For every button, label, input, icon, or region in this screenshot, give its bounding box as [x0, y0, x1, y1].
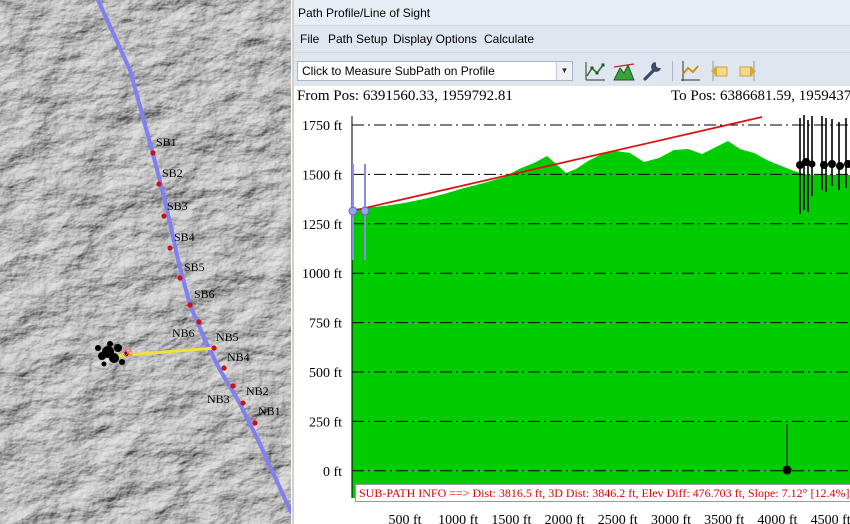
- x-tick-label: 4000 ft: [757, 513, 797, 524]
- menu-bar: File Path Setup Display Options Calculat…: [294, 26, 850, 52]
- menu-display-options[interactable]: Display Options: [393, 26, 477, 52]
- x-tick-label: 3000 ft: [651, 513, 691, 524]
- map-view[interactable]: SB1 SB2 SB3 SB4 SB5 SB6 NB6 NB5 NB4 NB3 NB2 NB1: [0, 0, 291, 524]
- subpath-info-bar: SUB-PATH INFO ==> Dist: 3816.5 ft, 3D Di…: [355, 484, 850, 502]
- waypoint-marker[interactable]: [161, 213, 167, 219]
- waypoint-marker[interactable]: [177, 275, 183, 281]
- measure-mode-value: Click to Measure SubPath on Profile: [302, 64, 495, 78]
- profile-points-icon[interactable]: [583, 59, 607, 83]
- waypoint-marker[interactable]: [187, 302, 193, 308]
- terrain-shading: [0, 0, 291, 524]
- waypoint-label: NB2: [246, 384, 269, 398]
- y-tick-label: 0 ft: [323, 465, 342, 480]
- y-tick-label: 500 ft: [309, 366, 342, 381]
- waypoint-label: NB3: [207, 392, 230, 406]
- y-tick-label: 250 ft: [309, 415, 342, 430]
- waypoint-label: SB6: [194, 287, 215, 301]
- wrench-icon[interactable]: [641, 59, 665, 83]
- menu-calculate[interactable]: Calculate: [484, 26, 534, 52]
- x-tick-label: 4500 ft: [811, 513, 850, 524]
- y-tick-label: 750 ft: [309, 317, 342, 332]
- x-tick-label: 1500 ft: [491, 513, 531, 524]
- waypoint-marker[interactable]: [221, 365, 227, 371]
- window-title: Path Profile/Line of Sight: [294, 0, 850, 26]
- path-reverse-right-icon[interactable]: [736, 59, 760, 83]
- waypoint-label: NB4: [227, 350, 250, 364]
- chevron-down-icon[interactable]: ▼: [556, 62, 572, 80]
- waypoint-label: SB5: [184, 260, 205, 274]
- waypoint-marker[interactable]: [196, 319, 202, 325]
- x-tick-label: 2000 ft: [545, 513, 585, 524]
- waypoint-marker[interactable]: [167, 245, 173, 251]
- menu-path-setup[interactable]: Path Setup: [328, 26, 387, 52]
- x-tick-label: 2500 ft: [598, 513, 638, 524]
- profile-chart-area[interactable]: From Pos: 6391560.33, 1959792.81 To Pos:…: [294, 86, 850, 524]
- waypoint-label: NB5: [216, 330, 239, 344]
- x-tick-label: 1000 ft: [438, 513, 478, 524]
- measure-mode-select[interactable]: Click to Measure SubPath on Profile ▼: [297, 61, 573, 81]
- waypoint-marker[interactable]: [240, 400, 246, 406]
- y-tick-label: 1500 ft: [302, 168, 342, 183]
- waypoint-label: SB4: [174, 230, 195, 244]
- profile-line-icon[interactable]: [678, 59, 702, 83]
- y-tick-label: 1000 ft: [302, 267, 342, 282]
- waypoint-marker[interactable]: [211, 345, 217, 351]
- path-profile-window: Path Profile/Line of Sight File Path Set…: [294, 0, 850, 524]
- terrain-map[interactable]: [0, 0, 291, 524]
- toolbar-separator: [672, 61, 673, 81]
- waypoint-label: NB6: [172, 326, 195, 340]
- waypoint-label: NB1: [258, 404, 281, 418]
- waypoint-marker[interactable]: [156, 181, 162, 187]
- waypoint-marker[interactable]: [252, 420, 258, 426]
- x-tick-label: 3500 ft: [704, 513, 744, 524]
- waypoint-marker[interactable]: [230, 383, 236, 389]
- waypoint-marker[interactable]: [150, 150, 156, 156]
- waypoint-label: SB3: [167, 199, 188, 213]
- toolbar: Click to Measure SubPath on Profile ▼: [294, 52, 850, 86]
- path-reverse-left-icon[interactable]: [707, 59, 731, 83]
- y-tick-label: 1250 ft: [302, 218, 342, 233]
- waypoint-label: SB2: [162, 166, 183, 180]
- elevation-profile[interactable]: 1750 ft 1500 ft 1250 ft 1000 ft 750 ft 500 ft…: [294, 86, 850, 524]
- menu-file[interactable]: File: [300, 26, 319, 52]
- terrain-profile-icon[interactable]: [612, 59, 636, 83]
- x-tick-label: 500 ft: [388, 513, 421, 524]
- y-tick-label: 1750 ft: [302, 119, 342, 134]
- waypoint-label: SB1: [156, 135, 177, 149]
